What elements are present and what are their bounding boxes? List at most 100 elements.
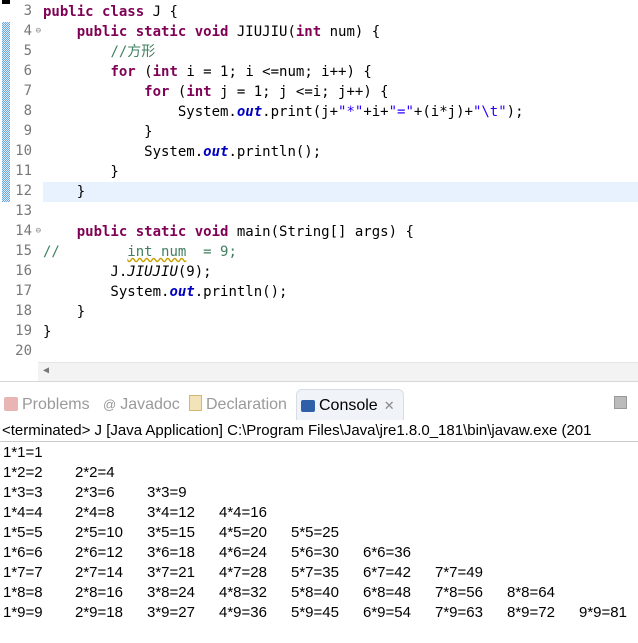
fold-icon[interactable]: ⊖ (36, 226, 41, 236)
horizontal-scrollbar[interactable]: ◀ (38, 362, 638, 381)
line-number-text: 11 (15, 163, 32, 179)
line-number-text: 5 (23, 43, 32, 59)
line-number-text: 6 (23, 63, 32, 79)
fold-icon[interactable]: ⊖ (36, 26, 41, 36)
code-line[interactable]: //方形 (43, 42, 638, 62)
line-number-text: 12 (15, 183, 32, 199)
divider (0, 381, 638, 388)
console-output-cell: 7*8=56 (435, 584, 483, 601)
code-line[interactable]: } (43, 122, 638, 142)
code-editor[interactable]: 3 public class J {4 ⊖ public static void J… (0, 0, 638, 362)
console-output-cell: 1*2=2 (3, 464, 43, 481)
code-line[interactable]: public static void JIUJIU(int num) { (43, 22, 638, 42)
console-output-cell: 3*3=9 (147, 484, 187, 501)
console-output-cell: 4*4=16 (219, 504, 267, 521)
console-output-cell: 6*7=42 (363, 564, 411, 581)
code-line[interactable]: System.out.print(j+"*"+i+"="+(i*j)+"\t")… (43, 102, 638, 122)
console-icon (301, 400, 315, 412)
code-token: System. (43, 104, 237, 120)
scroll-left-icon[interactable]: ◀ (43, 365, 49, 376)
code-line[interactable]: public static void main(String[] args) { (43, 222, 638, 242)
change-marker-bar (2, 0, 10, 4)
console-output-cell: 3*6=18 (147, 544, 195, 561)
line-number-text: 20 (15, 343, 32, 359)
console-output-cell: 3*5=15 (147, 524, 195, 541)
code-token: JIUJIU (127, 264, 178, 280)
code-line[interactable]: } (43, 162, 638, 182)
line-number: 17 (0, 282, 38, 302)
code-token: int (186, 84, 212, 100)
console-output-cell: 2*2=4 (75, 464, 115, 481)
code-line[interactable]: } (43, 322, 638, 342)
console-output-cell: 4*8=32 (219, 584, 267, 601)
code-token: //方形 (110, 44, 156, 60)
code-line[interactable]: System.out.println(); (43, 142, 638, 162)
console-output-cell: 1*7=7 (3, 564, 43, 581)
console-output-cell: 5*5=25 (291, 524, 339, 541)
code-line[interactable] (43, 342, 638, 362)
code-line[interactable]: public class J { (43, 2, 638, 22)
console-output-cell: 2*4=8 (75, 504, 115, 521)
tab-declaration[interactable]: Declaration (189, 389, 287, 419)
code-token: System. (43, 144, 204, 160)
console-output-cell: 4*6=24 (219, 544, 267, 561)
console-output-cell: 2*5=10 (75, 524, 123, 541)
line-number-text: 9 (23, 123, 32, 139)
code-token: } (43, 304, 86, 320)
tab-problems[interactable]: Problems (4, 389, 90, 419)
console-output-cell: 5*7=35 (291, 564, 339, 581)
console-output-cell: 5*9=45 (291, 604, 339, 621)
code-line[interactable]: } (43, 182, 638, 202)
code-token: ); (506, 104, 524, 120)
code-token: JIUJIU( (228, 24, 296, 40)
code-token: } (43, 324, 52, 340)
tab-console[interactable]: Console ✕ (296, 389, 404, 420)
code-line[interactable] (43, 202, 638, 222)
tab-label: Javadoc (120, 396, 180, 413)
console-output-cell: 3*4=12 (147, 504, 195, 521)
tab-label: Problems (22, 396, 90, 413)
console-output-cell: 2*6=12 (75, 544, 123, 561)
console-output-cell: 3*9=27 (147, 604, 195, 621)
console-output-cell: 3*7=21 (147, 564, 195, 581)
code-token: i = 1; i <=num; i++) { (177, 64, 372, 80)
code-line[interactable]: for (int j = 1; j <=i; j++) { (43, 82, 638, 102)
line-number: 20 (0, 342, 38, 362)
code-token: .println(); (194, 284, 288, 300)
code-line[interactable]: for (int i = 1; i <=num; i++) { (43, 62, 638, 82)
code-token: public class (43, 4, 145, 20)
console-output-cell: 5*8=40 (291, 584, 339, 601)
console-output-cell: 7*7=49 (435, 564, 483, 581)
console-output-cell: 1*9=9 (3, 604, 43, 621)
console-output-cell: 6*8=48 (363, 584, 411, 601)
code-token: System. (43, 284, 170, 300)
code-token: J. (43, 264, 128, 280)
minimize-button[interactable] (614, 396, 627, 409)
code-token: out (169, 284, 195, 300)
code-line[interactable]: J.JIUJIU(9); (43, 262, 638, 282)
console-output-cell: 2*3=6 (75, 484, 115, 501)
code-token: out (236, 104, 263, 120)
close-icon[interactable]: ✕ (384, 398, 395, 413)
code-token: "*" (338, 104, 364, 120)
code-token: +i+ (363, 104, 389, 120)
code-token: out (203, 144, 229, 160)
code-token: num) { (321, 24, 381, 40)
code-token: // (43, 244, 128, 260)
console-output-cell: 4*5=20 (219, 524, 267, 541)
code-line[interactable]: System.out.println(); (43, 282, 638, 302)
code-token: public static void (76, 224, 229, 240)
code-line[interactable]: // int num = 9; (43, 242, 638, 262)
code-token: } (43, 184, 86, 200)
code-token: } (43, 164, 119, 180)
code-line[interactable]: } (43, 302, 638, 322)
console-output-cell: 8*9=72 (507, 604, 555, 621)
tab-javadoc[interactable]: @ Javadoc (103, 389, 180, 419)
code-token: for (144, 84, 170, 100)
line-number-text: 13 (15, 203, 32, 219)
line-number-text: 15 (15, 243, 32, 259)
console-output-cell: 6*6=36 (363, 544, 411, 561)
